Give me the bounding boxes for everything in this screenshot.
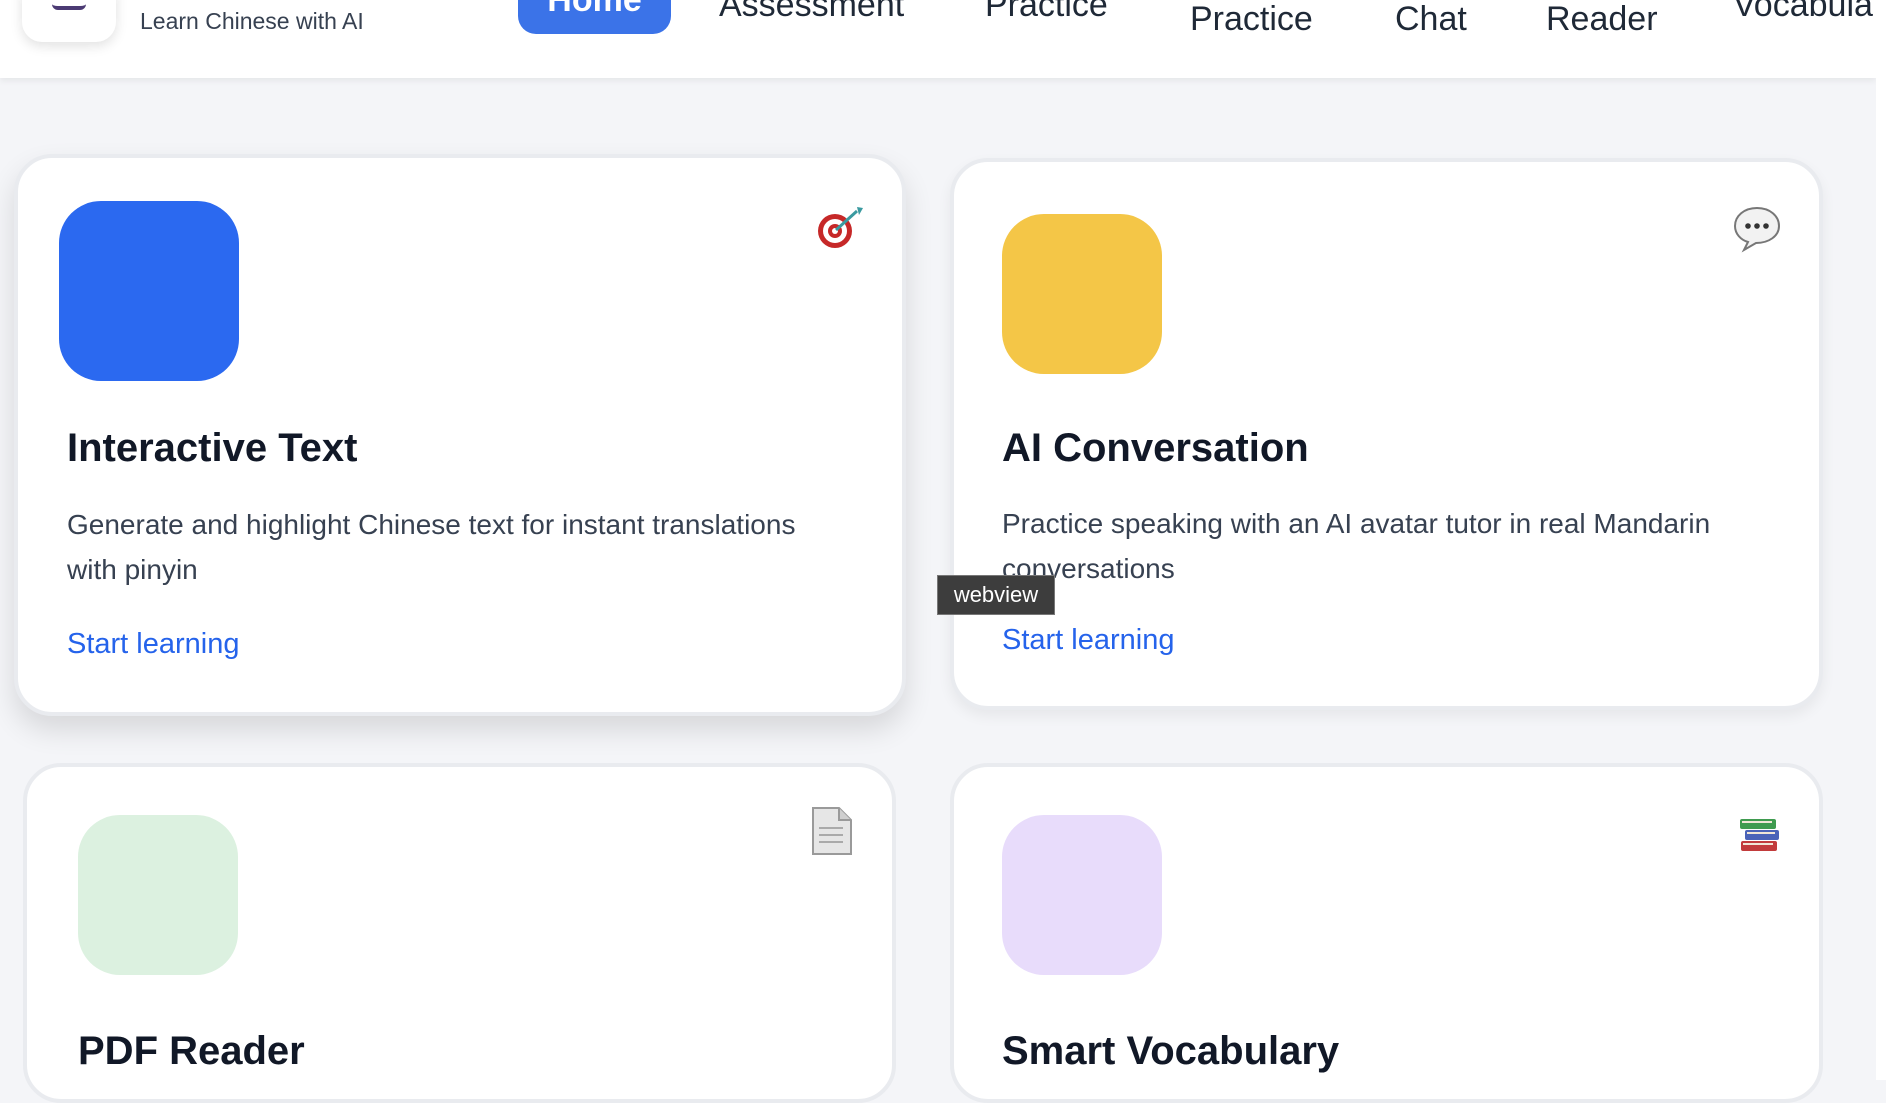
- logo-book-icon: [52, 0, 86, 10]
- webview-tooltip: webview: [937, 575, 1055, 615]
- nav-practice-top[interactable]: Practice: [985, 0, 1108, 22]
- card-accent-swatch: [78, 815, 238, 975]
- card-accent-swatch: [59, 201, 239, 381]
- speech-bubble-icon: [1732, 204, 1782, 261]
- app-logo[interactable]: [22, 0, 116, 42]
- card-description: Generate and highlight Chinese text for …: [67, 509, 796, 585]
- nav-chat[interactable]: Chat: [1395, 0, 1467, 38]
- nav-home-button[interactable]: Home: [518, 0, 671, 34]
- card-title: AI Conversation: [1002, 426, 1309, 470]
- start-learning-link[interactable]: Start learning: [67, 628, 240, 661]
- card-title: Smart Vocabulary: [1002, 1029, 1340, 1073]
- card-pdf-reader[interactable]: PDF Reader: [23, 763, 896, 1103]
- card-title: Interactive Text: [67, 426, 358, 470]
- document-icon: [809, 806, 853, 863]
- top-nav-bar: Learn Chinese with AI Home Assessment Pr…: [0, 0, 1876, 78]
- app-tagline: Learn Chinese with AI: [140, 8, 364, 34]
- window-edge: [1876, 0, 1886, 1080]
- nav-vocabulary[interactable]: Vocabula: [1733, 0, 1873, 22]
- card-title: PDF Reader: [78, 1029, 305, 1073]
- nav-practice[interactable]: Practice: [1190, 0, 1313, 38]
- card-interactive-text[interactable]: Interactive Text Generate and highlight …: [14, 154, 906, 716]
- nav-assessment[interactable]: Assessment: [719, 0, 904, 22]
- start-learning-link[interactable]: Start learning: [1002, 624, 1175, 657]
- target-icon: [813, 205, 865, 260]
- card-ai-conversation[interactable]: AI Conversation Practice speaking with a…: [950, 158, 1823, 710]
- card-description: Practice speaking with an AI avatar tuto…: [1002, 508, 1711, 584]
- nav-reader[interactable]: Reader: [1546, 0, 1658, 38]
- card-smart-vocabulary[interactable]: Smart Vocabulary: [950, 763, 1823, 1103]
- card-accent-swatch: [1002, 214, 1162, 374]
- books-icon: [1735, 807, 1783, 862]
- card-accent-swatch: [1002, 815, 1162, 975]
